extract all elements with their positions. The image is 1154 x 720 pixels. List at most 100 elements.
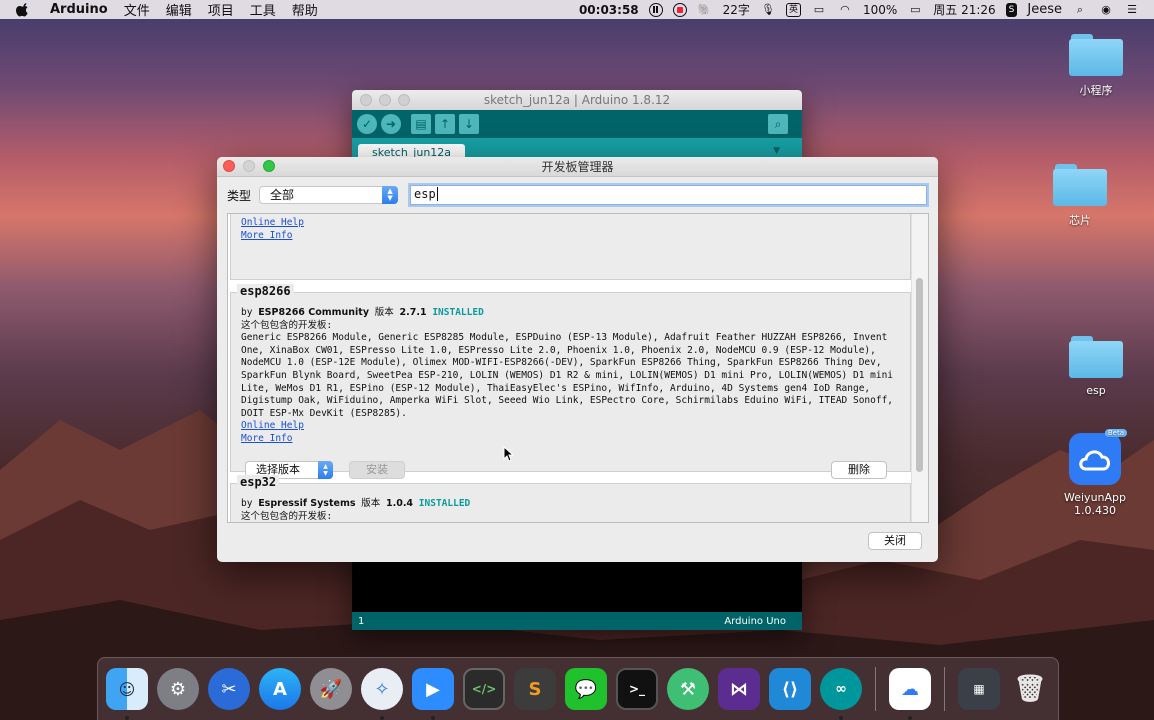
- visual-studio-icon[interactable]: ⋈: [718, 668, 760, 710]
- launchpad-icon[interactable]: 🚀: [310, 668, 352, 710]
- folder-icon: [1069, 336, 1123, 378]
- board-list[interactable]: Online Help More Info esp8266 by ESP8266…: [227, 213, 929, 523]
- battery-icon[interactable]: ▭: [907, 3, 923, 17]
- menu-file[interactable]: 文件: [124, 0, 150, 19]
- desktop-folder-chip[interactable]: 芯片: [1035, 164, 1125, 228]
- search-input[interactable]: esp: [410, 185, 928, 205]
- online-help-link[interactable]: Online Help: [241, 217, 900, 230]
- board-card-esp8266[interactable]: esp8266 by ESP8266 Community 版本 2.7.1 IN…: [230, 284, 911, 479]
- board-manager-dialog: 开发板管理器 类型 全部 ▲ ▼ esp Online Help More Inf…: [217, 157, 938, 562]
- remove-button[interactable]: 删除: [831, 460, 887, 479]
- close-window-button[interactable]: [223, 160, 235, 172]
- more-info-link[interactable]: More Info: [241, 433, 900, 446]
- version-label: 版本: [374, 307, 394, 318]
- more-info-link[interactable]: More Info: [241, 230, 900, 243]
- boards-list-text: Generic ESP8266 Module, Generic ESP8285 …: [241, 332, 894, 419]
- desktop-icon-sublabel: 1.0.430: [1074, 504, 1116, 517]
- select-version-label: 选择版本: [256, 462, 300, 476]
- stop-recording-icon[interactable]: [672, 2, 687, 17]
- upload-button[interactable]: ➜: [381, 114, 401, 134]
- recording-timer: 00:03:58: [578, 2, 639, 17]
- board-name: esp8266: [237, 284, 294, 298]
- microphone-icon[interactable]: 🎙: [760, 3, 776, 17]
- board-name: Arduino Uno: [724, 615, 786, 627]
- close-window-button[interactable]: [360, 94, 372, 106]
- online-help-link[interactable]: Online Help: [241, 420, 900, 433]
- user-name[interactable]: Jeese: [1027, 2, 1062, 17]
- zoom-icon[interactable]: ▶: [412, 668, 454, 720]
- menu-bar: Arduino 文件 编辑 项目 工具 帮助 00:03:58 🐘 22字 🎙 …: [0, 0, 1154, 19]
- app-s-icon[interactable]: S: [1005, 2, 1018, 17]
- spotlight-search-icon[interactable]: ⌕: [1072, 3, 1088, 17]
- menu-app-name[interactable]: Arduino: [50, 2, 108, 17]
- tab-menu-icon[interactable]: ▼: [773, 146, 780, 156]
- board-actions: 选择版本 ▲ ▼ 安装 删除: [241, 456, 900, 486]
- verify-button[interactable]: ✓: [357, 114, 377, 134]
- menu-help[interactable]: 帮助: [292, 0, 318, 19]
- boards-heading: 这个包包含的开发板:: [241, 510, 333, 522]
- board-list-scrollbar[interactable]: [911, 214, 928, 522]
- window-controls: [223, 160, 275, 172]
- wifi-icon[interactable]: ◠: [837, 3, 853, 17]
- board-card-esp32[interactable]: esp32 by Espressif Systems 版本 1.0.4 INST…: [230, 475, 911, 522]
- desktop-folder-mini-program[interactable]: 小程序: [1051, 34, 1141, 98]
- terminal-icon[interactable]: >_: [616, 668, 658, 710]
- airplay-icon[interactable]: ▭: [811, 3, 827, 17]
- by-prefix: by: [241, 498, 253, 509]
- by-prefix: by: [241, 307, 253, 318]
- zoom-window-button[interactable]: [263, 160, 275, 172]
- trash-icon[interactable]: 🗑: [1009, 668, 1051, 710]
- minimize-window-button[interactable]: [379, 94, 391, 106]
- arduino-icon[interactable]: ∞: [820, 668, 862, 720]
- dialog-title: 开发板管理器: [541, 160, 614, 174]
- open-sketch-button[interactable]: ↑: [435, 114, 455, 134]
- evernote-icon[interactable]: 🐘: [697, 3, 713, 17]
- serial-monitor-button[interactable]: ⌕: [768, 114, 788, 134]
- beta-badge: Beta: [1104, 429, 1127, 437]
- board-author: Espressif Systems: [258, 498, 356, 509]
- install-button[interactable]: 安装: [349, 460, 405, 479]
- system-preferences-icon[interactable]: ⚙: [157, 668, 199, 710]
- save-sketch-button[interactable]: ↓: [459, 114, 479, 134]
- notification-center-icon[interactable]: ☰: [1124, 3, 1140, 17]
- installed-status: INSTALLED: [432, 307, 484, 318]
- close-button[interactable]: 关闭: [868, 532, 922, 550]
- xmind-icon[interactable]: ✂: [208, 668, 250, 710]
- menu-tools[interactable]: 工具: [250, 0, 276, 19]
- folder-icon: [1069, 34, 1123, 76]
- scrollbar-thumb[interactable]: [916, 278, 923, 472]
- zoom-window-button[interactable]: [398, 94, 410, 106]
- line-number: 1: [358, 615, 365, 627]
- type-filter-select[interactable]: 全部 ▲ ▼: [259, 186, 399, 204]
- new-sketch-button[interactable]: ▤: [411, 114, 431, 134]
- menubar-clock[interactable]: 周五 21:26: [933, 1, 995, 18]
- version-label: 版本: [361, 498, 381, 509]
- menu-sketch[interactable]: 项目: [208, 0, 234, 19]
- input-method-icon[interactable]: 英: [785, 2, 801, 17]
- sublime-text-icon[interactable]: S: [514, 668, 556, 710]
- wechat-icon[interactable]: 💬: [565, 668, 607, 710]
- board-author-line: by ESP8266 Community 版本 2.7.1 INSTALLED: [241, 307, 900, 320]
- board-card-previous[interactable]: Online Help More Info: [230, 214, 911, 280]
- dock-separator: [944, 667, 945, 711]
- battery-percent: 100%: [862, 2, 898, 17]
- code-editor-icon[interactable]: </>: [463, 668, 505, 710]
- finder-icon[interactable]: ☺: [106, 668, 148, 720]
- board-version: 1.0.4: [385, 498, 414, 509]
- vscode-icon[interactable]: ⟨⟩: [769, 668, 811, 710]
- menu-edit[interactable]: 编辑: [166, 0, 192, 19]
- siri-icon[interactable]: ◉: [1098, 3, 1114, 17]
- desktop-icon-label: WeiyunApp: [1064, 491, 1126, 504]
- screen-capture-icon[interactable]: ▦: [958, 668, 1000, 710]
- dock: ☺ ⚙ ✂ A 🚀 ✧ ▶ </> S 💬 >_ ⚒ ⋈ ⟨⟩ ∞ ☁ ▦ 🗑: [97, 657, 1059, 720]
- desktop-app-weiyun[interactable]: Beta WeiyunApp 1.0.430: [1050, 429, 1140, 517]
- pause-recording-icon[interactable]: [648, 2, 663, 17]
- safari-icon[interactable]: ✧: [361, 668, 403, 720]
- window-controls: [360, 94, 410, 106]
- minimize-window-button[interactable]: [243, 160, 255, 172]
- android-studio-icon[interactable]: ⚒: [667, 668, 709, 710]
- weiyun-icon[interactable]: ☁: [889, 668, 931, 720]
- app-store-icon[interactable]: A: [259, 668, 301, 710]
- apple-menu-icon[interactable]: [16, 2, 30, 17]
- desktop-folder-esp[interactable]: esp: [1051, 336, 1141, 397]
